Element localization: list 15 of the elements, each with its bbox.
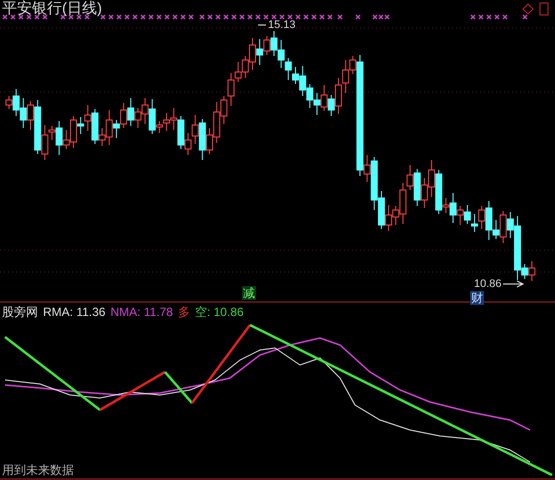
footer-note: 用到未来数据: [2, 463, 74, 477]
finance-signal-badge: 财: [470, 291, 484, 305]
legend-value: 多: [178, 305, 190, 319]
legend-value: NMA: 11.78: [110, 305, 173, 319]
high-price-label: 15.13: [268, 19, 296, 32]
chart-title: 平安银行(日线): [2, 0, 102, 18]
low-price-label: 10.86: [474, 278, 502, 291]
low-arrow-icon: [502, 280, 524, 288]
reduce-signal-badge: 减: [242, 286, 256, 300]
legend-value: 空: 10.86: [194, 305, 244, 319]
high-leader-line: [258, 24, 266, 26]
legend-value: RMA: 11.36: [43, 305, 106, 319]
indicator-name: 股旁网: [2, 305, 38, 319]
diamond-icon[interactable]: [522, 3, 534, 15]
square-icon[interactable]: [540, 2, 548, 16]
